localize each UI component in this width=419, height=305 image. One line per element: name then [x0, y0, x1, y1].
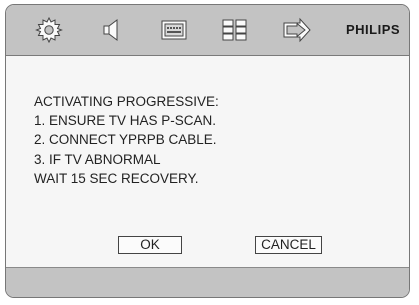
osd-dialog-window: PHILIPS ACTIVATING PROGRESSIVE: 1. ENSUR… — [5, 4, 410, 298]
ok-button[interactable]: OK — [118, 236, 182, 254]
brand-logo: PHILIPS — [346, 22, 401, 37]
grid-icon[interactable] — [220, 16, 250, 44]
message-line: 2. CONNECT YPRPB CABLE. — [34, 132, 217, 148]
message-line: WAIT 15 SEC RECOVERY. — [34, 170, 199, 186]
message-line: ACTIVATING PROGRESSIVE: — [34, 94, 219, 109]
gear-icon[interactable] — [34, 16, 64, 44]
arrow-right-icon[interactable] — [282, 16, 312, 44]
message-line: 1. ENSURE TV HAS P-SCAN. — [34, 113, 217, 129]
speaker-icon[interactable] — [98, 16, 128, 44]
bottom-status-bar — [6, 267, 409, 297]
cancel-button[interactable]: CANCEL — [255, 236, 322, 254]
display-icon[interactable] — [159, 16, 189, 44]
progressive-scan-message: ACTIVATING PROGRESSIVE: 1. ENSURE TV HAS… — [34, 92, 404, 188]
message-line: 3. IF TV ABNORMAL — [34, 151, 161, 167]
top-menu-bar: PHILIPS — [6, 5, 409, 56]
